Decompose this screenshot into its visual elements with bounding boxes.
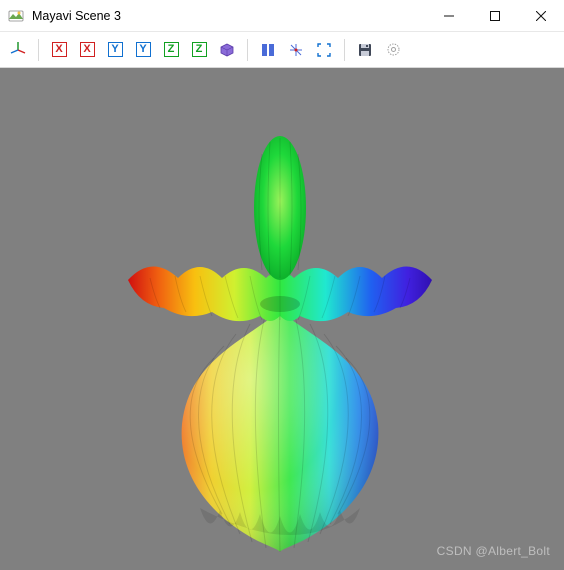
rendered-mesh — [128, 136, 432, 552]
parallel-projection-button[interactable] — [256, 38, 280, 62]
axis-z-plus-button[interactable]: Z — [159, 38, 183, 62]
axis-x-minus-button[interactable]: X — [75, 38, 99, 62]
toolbar: X X Y Y Z Z — [0, 32, 564, 68]
axis-z-minus-button[interactable]: Z — [187, 38, 211, 62]
fullscreen-button[interactable] — [312, 38, 336, 62]
viewport-3d[interactable]: CSDN @Albert_Bolt — [0, 68, 564, 570]
save-button[interactable] — [353, 38, 377, 62]
maximize-button[interactable] — [472, 0, 518, 32]
titlebar: Mayavi Scene 3 — [0, 0, 564, 32]
axis-y-minus-button[interactable]: Y — [131, 38, 155, 62]
close-button[interactable] — [518, 0, 564, 32]
axes-indicator-button[interactable] — [284, 38, 308, 62]
axis-y-plus-button[interactable]: Y — [103, 38, 127, 62]
toolbar-separator — [344, 39, 345, 61]
axis-x-plus-button[interactable]: X — [47, 38, 71, 62]
settings-button[interactable] — [381, 38, 405, 62]
toolbar-separator — [247, 39, 248, 61]
isometric-view-button[interactable] — [215, 38, 239, 62]
minimize-button[interactable] — [426, 0, 472, 32]
orientation-axes-button[interactable] — [6, 38, 30, 62]
toolbar-separator — [38, 39, 39, 61]
app-icon — [8, 8, 24, 24]
window-title: Mayavi Scene 3 — [32, 9, 121, 23]
